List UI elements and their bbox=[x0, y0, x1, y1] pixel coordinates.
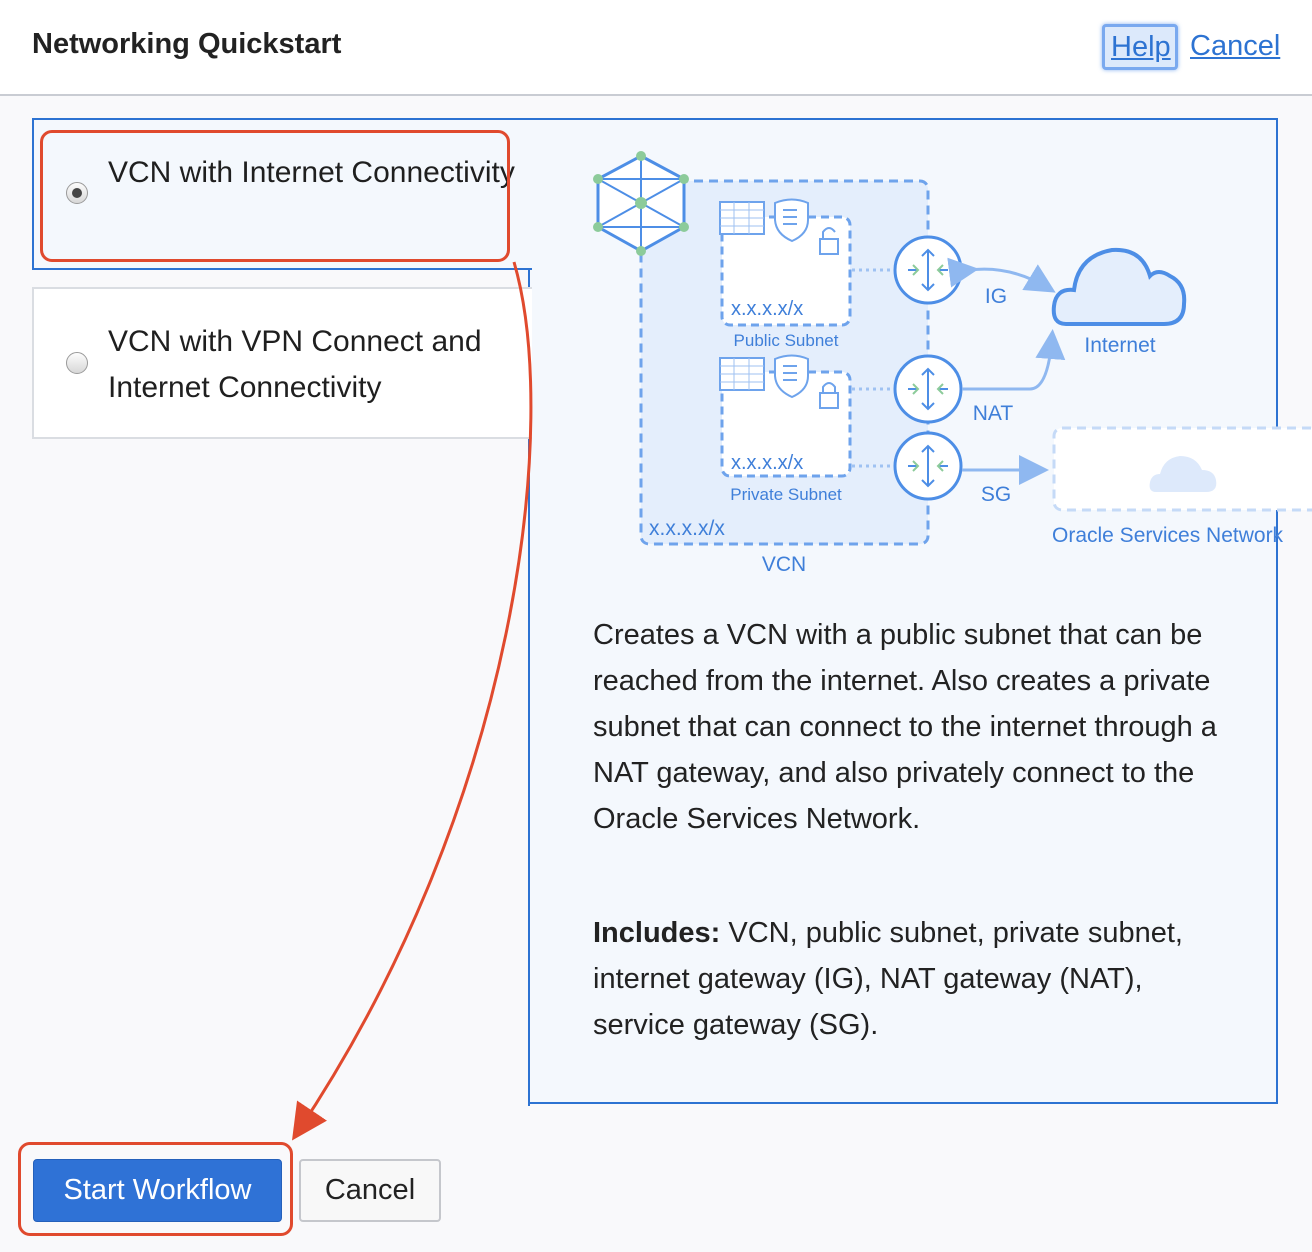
nat-gateway-icon bbox=[893, 354, 963, 424]
annotation-highlight-start-button bbox=[18, 1142, 293, 1236]
option-description: Creates a VCN with a public subnet that … bbox=[593, 619, 1217, 835]
header-cancel-link[interactable]: Cancel bbox=[1190, 30, 1280, 63]
service-gateway-icon bbox=[893, 431, 963, 501]
annotation-highlight-option bbox=[40, 130, 510, 262]
private-subnet-label: Private Subnet bbox=[730, 485, 842, 504]
internet-label: Internet bbox=[1084, 334, 1155, 357]
private-subnet-cidr: x.x.x.x/x bbox=[731, 452, 803, 474]
help-link[interactable]: Help bbox=[1102, 24, 1178, 70]
footer-cancel-button[interactable]: Cancel bbox=[299, 1159, 441, 1222]
ig-label: IG bbox=[985, 285, 1007, 308]
osn-label: Oracle Services Network bbox=[1052, 524, 1284, 547]
public-subnet-label: Public Subnet bbox=[734, 331, 839, 350]
includes-label: Includes: bbox=[593, 917, 721, 949]
nat-label: NAT bbox=[973, 402, 1014, 425]
sg-label: SG bbox=[981, 483, 1011, 506]
internet-gateway-icon bbox=[893, 235, 963, 305]
vcn-label: VCN bbox=[762, 553, 806, 576]
cloud-icon bbox=[1051, 247, 1187, 326]
dialog-header: Networking Quickstart Help Cancel bbox=[0, 0, 1312, 96]
vcn-cidr: x.x.x.x/x bbox=[649, 517, 725, 540]
public-subnet-cidr: x.x.x.x/x bbox=[731, 298, 803, 320]
includes-text: Includes: VCN, public subnet, private su… bbox=[593, 910, 1233, 1048]
dialog-title: Networking Quickstart bbox=[32, 28, 342, 60]
